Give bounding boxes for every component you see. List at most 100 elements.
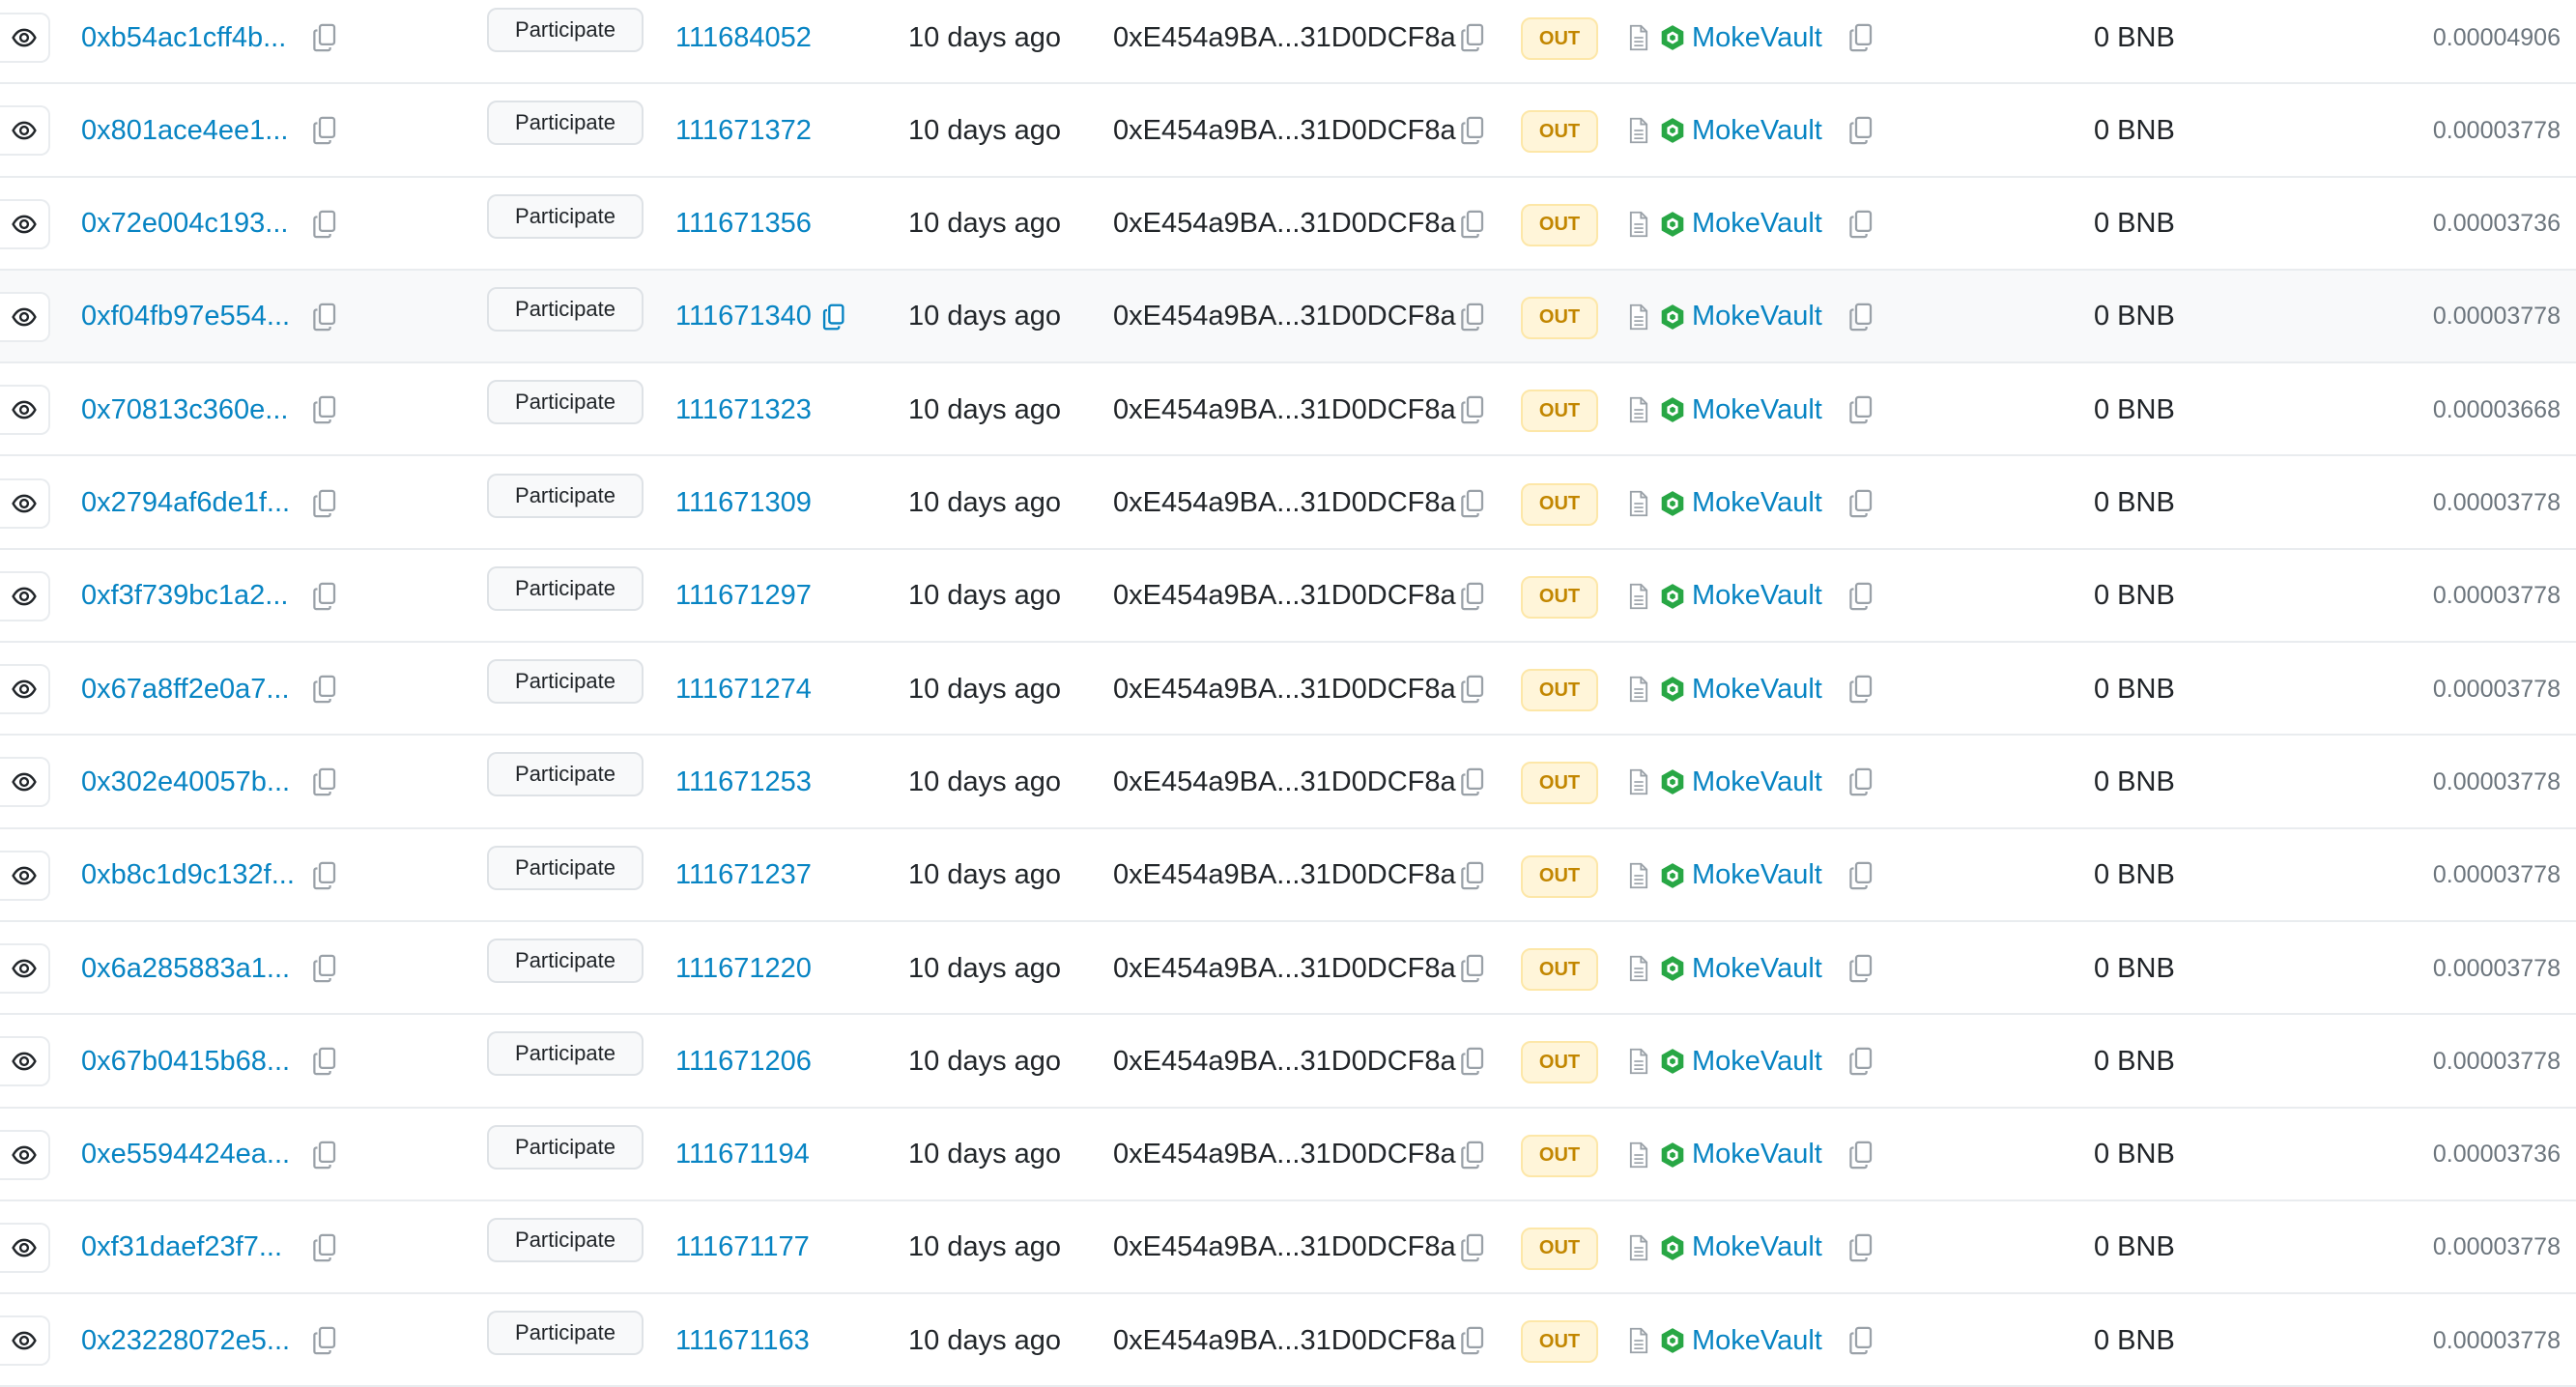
view-details-button[interactable] — [0, 385, 50, 436]
copy-hash-button[interactable] — [312, 1201, 337, 1294]
copy-from-button[interactable] — [1460, 84, 1485, 177]
block-link[interactable]: 111671253 — [675, 736, 812, 828]
copy-to-button[interactable] — [1848, 550, 1874, 643]
from-address[interactable]: 0xE454a9BA...31D0DCF8a — [1113, 643, 1456, 736]
copy-from-button[interactable] — [1460, 736, 1485, 828]
to-contract-link[interactable]: MokeVault — [1692, 84, 1822, 177]
copy-from-button[interactable] — [1460, 829, 1485, 922]
view-details-button[interactable] — [0, 291, 50, 342]
tx-hash-link[interactable]: 0x6a285883a1... — [81, 922, 290, 1015]
to-contract-link[interactable]: MokeVault — [1692, 736, 1822, 828]
copy-hash-button[interactable] — [312, 736, 337, 828]
block-link[interactable]: 111684052 — [675, 0, 812, 84]
view-details-button[interactable] — [0, 757, 50, 808]
view-details-button[interactable] — [0, 850, 50, 901]
copy-from-button[interactable] — [1460, 457, 1485, 550]
tx-hash-link[interactable]: 0xe5594424ea... — [81, 1109, 290, 1201]
block-link[interactable]: 111671323 — [675, 363, 812, 456]
tx-hash-link[interactable]: 0xb54ac1cff4b... — [81, 0, 286, 84]
copy-to-button[interactable] — [1848, 84, 1874, 177]
from-address[interactable]: 0xE454a9BA...31D0DCF8a — [1113, 84, 1456, 177]
copy-to-button[interactable] — [1848, 1109, 1874, 1201]
tx-hash-link[interactable]: 0x801ace4ee1... — [81, 84, 288, 177]
view-details-button[interactable] — [0, 664, 50, 715]
copy-hash-button[interactable] — [312, 1294, 337, 1387]
to-contract-link[interactable]: MokeVault — [1692, 457, 1822, 550]
copy-from-button[interactable] — [1460, 643, 1485, 736]
from-address[interactable]: 0xE454a9BA...31D0DCF8a — [1113, 363, 1456, 456]
tx-hash-link[interactable]: 0x302e40057b... — [81, 736, 290, 828]
from-address[interactable]: 0xE454a9BA...31D0DCF8a — [1113, 178, 1456, 271]
copy-to-button[interactable] — [1848, 178, 1874, 271]
copy-from-button[interactable] — [1460, 1109, 1485, 1201]
copy-from-button[interactable] — [1460, 271, 1485, 363]
to-contract-link[interactable]: MokeVault — [1692, 178, 1822, 271]
copy-hash-button[interactable] — [312, 457, 337, 550]
copy-to-button[interactable] — [1848, 363, 1874, 456]
copy-hash-button[interactable] — [312, 1015, 337, 1108]
view-details-button[interactable] — [0, 570, 50, 621]
tx-hash-link[interactable]: 0xf04fb97e554... — [81, 271, 290, 363]
block-link[interactable]: 111671274 — [675, 643, 812, 736]
copy-from-button[interactable] — [1460, 550, 1485, 643]
tx-hash-link[interactable]: 0x2794af6de1f... — [81, 457, 290, 550]
block-link[interactable]: 111671372 — [675, 84, 812, 177]
block-link[interactable]: 111671220 — [675, 922, 812, 1015]
block-link[interactable]: 111671356 — [675, 178, 812, 271]
to-contract-link[interactable]: MokeVault — [1692, 0, 1822, 84]
from-address[interactable]: 0xE454a9BA...31D0DCF8a — [1113, 1294, 1456, 1387]
view-details-button[interactable] — [0, 13, 50, 63]
copy-block-button[interactable] — [822, 271, 845, 363]
to-contract-link[interactable]: MokeVault — [1692, 643, 1822, 736]
tx-hash-link[interactable]: 0xf31daef23f7... — [81, 1201, 282, 1294]
copy-from-button[interactable] — [1460, 0, 1485, 84]
tx-hash-link[interactable]: 0x23228072e5... — [81, 1294, 290, 1387]
copy-to-button[interactable] — [1848, 1201, 1874, 1294]
copy-to-button[interactable] — [1848, 1294, 1874, 1387]
view-details-button[interactable] — [0, 1222, 50, 1273]
copy-to-button[interactable] — [1848, 643, 1874, 736]
copy-from-button[interactable] — [1460, 363, 1485, 456]
from-address[interactable]: 0xE454a9BA...31D0DCF8a — [1113, 457, 1456, 550]
to-contract-link[interactable]: MokeVault — [1692, 1294, 1822, 1387]
copy-from-button[interactable] — [1460, 1201, 1485, 1294]
from-address[interactable]: 0xE454a9BA...31D0DCF8a — [1113, 922, 1456, 1015]
from-address[interactable]: 0xE454a9BA...31D0DCF8a — [1113, 1201, 1456, 1294]
to-contract-link[interactable]: MokeVault — [1692, 550, 1822, 643]
tx-hash-link[interactable]: 0x67a8ff2e0a7... — [81, 643, 290, 736]
view-details-button[interactable] — [0, 943, 50, 994]
copy-from-button[interactable] — [1460, 178, 1485, 271]
tx-hash-link[interactable]: 0x70813c360e... — [81, 363, 288, 456]
copy-to-button[interactable] — [1848, 457, 1874, 550]
tx-hash-link[interactable]: 0x67b0415b68... — [81, 1015, 290, 1108]
copy-to-button[interactable] — [1848, 1015, 1874, 1108]
to-contract-link[interactable]: MokeVault — [1692, 271, 1822, 363]
copy-hash-button[interactable] — [312, 550, 337, 643]
copy-hash-button[interactable] — [312, 0, 337, 84]
block-link[interactable]: 111671163 — [675, 1294, 810, 1387]
from-address[interactable]: 0xE454a9BA...31D0DCF8a — [1113, 829, 1456, 922]
from-address[interactable]: 0xE454a9BA...31D0DCF8a — [1113, 1015, 1456, 1108]
view-details-button[interactable] — [0, 1315, 50, 1367]
block-link[interactable]: 111671206 — [675, 1015, 812, 1108]
copy-to-button[interactable] — [1848, 0, 1874, 84]
copy-hash-button[interactable] — [312, 363, 337, 456]
from-address[interactable]: 0xE454a9BA...31D0DCF8a — [1113, 1109, 1456, 1201]
to-contract-link[interactable]: MokeVault — [1692, 1109, 1822, 1201]
view-details-button[interactable] — [0, 105, 50, 157]
to-contract-link[interactable]: MokeVault — [1692, 1015, 1822, 1108]
block-link[interactable]: 111671340 — [675, 271, 812, 363]
copy-hash-button[interactable] — [312, 922, 337, 1015]
copy-hash-button[interactable] — [312, 178, 337, 271]
copy-to-button[interactable] — [1848, 922, 1874, 1015]
block-link[interactable]: 111671309 — [675, 457, 812, 550]
view-details-button[interactable] — [0, 1129, 50, 1180]
from-address[interactable]: 0xE454a9BA...31D0DCF8a — [1113, 271, 1456, 363]
copy-to-button[interactable] — [1848, 736, 1874, 828]
view-details-button[interactable] — [0, 477, 50, 529]
copy-from-button[interactable] — [1460, 1015, 1485, 1108]
block-link[interactable]: 111671177 — [675, 1201, 810, 1294]
copy-hash-button[interactable] — [312, 643, 337, 736]
copy-to-button[interactable] — [1848, 829, 1874, 922]
copy-to-button[interactable] — [1848, 271, 1874, 363]
